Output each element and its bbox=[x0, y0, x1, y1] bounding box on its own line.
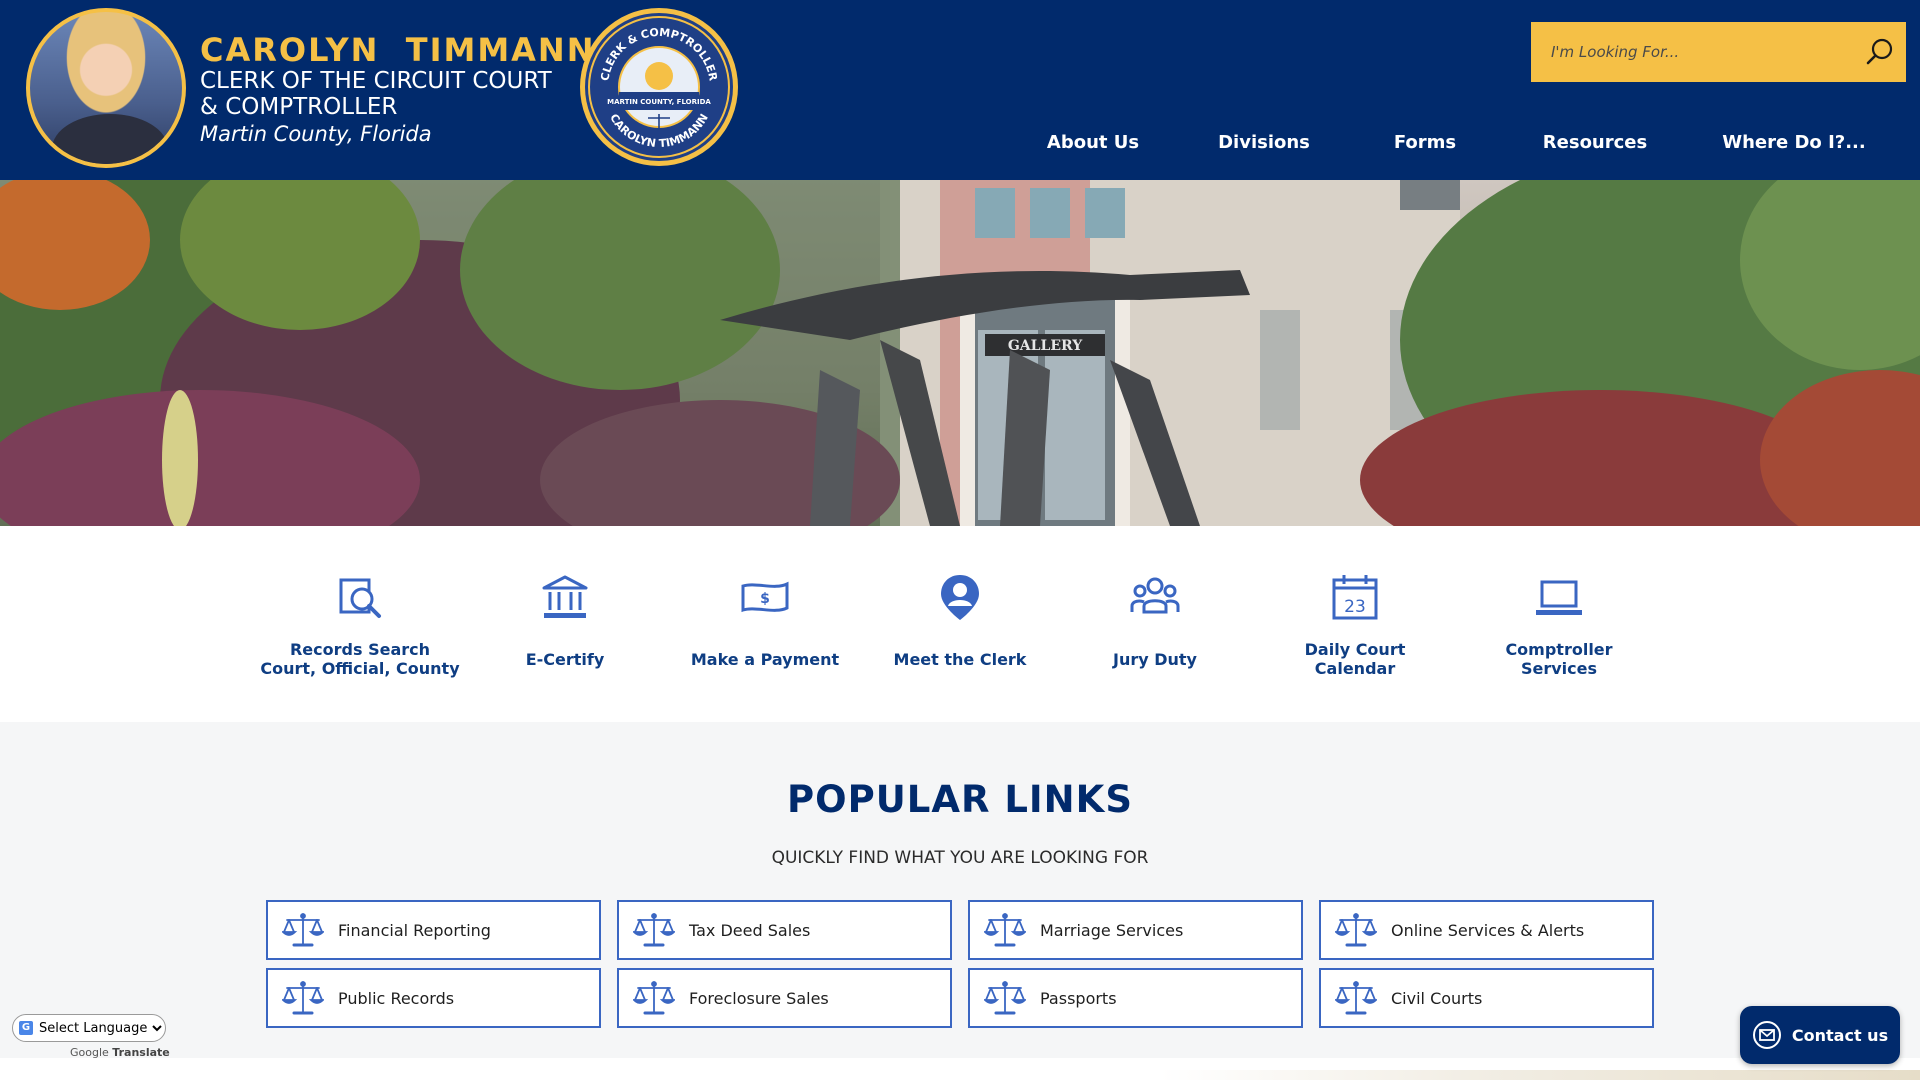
footer-image-strip bbox=[0, 1058, 1920, 1080]
office-title-line1: CLERK OF THE CIRCUIT COURT bbox=[200, 68, 552, 94]
popular-link-civil-courts[interactable]: Civil Courts bbox=[1319, 968, 1654, 1028]
nav-item-resources[interactable]: Resources bbox=[1488, 132, 1702, 153]
quick-link-make-payment[interactable]: $ Make a Payment bbox=[665, 572, 865, 669]
popular-link-label: Foreclosure Sales bbox=[689, 988, 829, 1008]
language-select[interactable]: Select Language bbox=[12, 1014, 166, 1042]
scales-of-justice-icon bbox=[633, 980, 675, 1015]
translate-link: Translate bbox=[112, 1046, 170, 1059]
scales-of-justice-icon bbox=[282, 980, 324, 1015]
meet-the-clerk-label: Meet the Clerk bbox=[893, 650, 1027, 669]
calendar-icon: 23 bbox=[1332, 575, 1378, 620]
hero-banner: GALLERY bbox=[0, 180, 1920, 526]
popular-link-public-records[interactable]: Public Records bbox=[266, 968, 601, 1028]
popular-link-marriage-services[interactable]: Marriage Services bbox=[968, 900, 1303, 960]
payment-icon: $ bbox=[741, 581, 789, 613]
seal-middle-text: MARTIN COUNTY, FLORIDA bbox=[607, 98, 711, 106]
search-button[interactable] bbox=[1854, 22, 1906, 82]
popular-link-label: Marriage Services bbox=[1040, 920, 1184, 940]
quick-link-jury-duty[interactable]: Jury Duty bbox=[1055, 572, 1255, 669]
powered-by-google[interactable]: Google Translate bbox=[70, 1046, 170, 1059]
records-search-sublabel: Court, Official, County bbox=[260, 659, 460, 678]
scales-of-justice-icon bbox=[282, 912, 324, 947]
clerk-seal-logo[interactable]: MARTIN COUNTY, FLORIDA CLERK & COMPTROLL… bbox=[580, 8, 738, 166]
clerk-portrait[interactable] bbox=[26, 8, 186, 168]
courthouse-photo: GALLERY bbox=[0, 180, 1920, 526]
google-translate-widget: G Select Language bbox=[12, 1014, 166, 1042]
svg-text:$: $ bbox=[760, 591, 770, 607]
quick-link-records-search[interactable]: Records Search Court, Official, County bbox=[260, 572, 460, 678]
daily-court-label: Daily Court bbox=[1304, 640, 1406, 659]
popular-link-label: Passports bbox=[1040, 988, 1117, 1008]
comptroller-label: Comptroller bbox=[1505, 640, 1613, 659]
popular-link-foreclosure-sales[interactable]: Foreclosure Sales bbox=[617, 968, 952, 1028]
scales-of-justice-icon bbox=[1335, 980, 1377, 1015]
popular-link-label: Civil Courts bbox=[1391, 988, 1483, 1008]
quick-link-e-certify[interactable]: E-Certify bbox=[465, 572, 665, 669]
e-certify-label: E-Certify bbox=[525, 650, 605, 669]
popular-links-subtitle: QUICKLY FIND WHAT YOU ARE LOOKING FOR bbox=[771, 848, 1149, 868]
search-icon bbox=[1866, 38, 1893, 65]
popular-link-financial-reporting[interactable]: Financial Reporting bbox=[266, 900, 601, 960]
google-logo-text: Google bbox=[70, 1046, 109, 1059]
popular-link-label: Tax Deed Sales bbox=[689, 920, 811, 940]
popular-links-section: POPULAR LINKS QUICKLY FIND WHAT YOU ARE … bbox=[0, 722, 1920, 1058]
courthouse-icon bbox=[542, 575, 588, 618]
daily-court-sublabel: Calendar bbox=[1314, 659, 1396, 678]
contact-us-button[interactable]: Contact us bbox=[1740, 1006, 1900, 1064]
nav-item-where-do-i[interactable]: Where Do I?... bbox=[1702, 132, 1886, 153]
popular-link-online-services[interactable]: Online Services & Alerts bbox=[1319, 900, 1654, 960]
popular-link-label: Financial Reporting bbox=[338, 920, 491, 940]
main-navigation: About Us Divisions Forms Resources Where… bbox=[1020, 122, 1886, 162]
envelope-icon bbox=[1752, 1021, 1781, 1049]
nav-item-divisions[interactable]: Divisions bbox=[1166, 132, 1362, 153]
popular-link-tax-deed-sales[interactable]: Tax Deed Sales bbox=[617, 900, 952, 960]
popular-links-title: POPULAR LINKS bbox=[787, 778, 1133, 821]
site-header: CAROLYN TIMMANN CLERK OF THE CIRCUIT COU… bbox=[0, 0, 1920, 180]
clerk-name: CAROLYN TIMMANN bbox=[200, 31, 596, 69]
quick-link-comptroller-services[interactable]: Comptroller Services bbox=[1459, 572, 1659, 678]
records-search-icon bbox=[339, 578, 381, 618]
scales-of-justice-icon bbox=[984, 980, 1026, 1015]
quick-link-meet-the-clerk[interactable]: Meet the Clerk bbox=[860, 572, 1060, 669]
quick-link-daily-court-calendar[interactable]: 23 Daily Court Calendar bbox=[1255, 572, 1455, 678]
scales-of-justice-icon bbox=[984, 912, 1026, 947]
calendar-day-number: 23 bbox=[1344, 597, 1366, 617]
office-title-line2: & COMPTROLLER bbox=[200, 94, 398, 120]
gallery-sign: GALLERY bbox=[1008, 338, 1083, 354]
county-location: Martin County, Florida bbox=[200, 122, 432, 146]
group-icon bbox=[1130, 577, 1180, 614]
popular-link-label: Online Services & Alerts bbox=[1391, 920, 1585, 940]
person-pin-icon bbox=[941, 575, 979, 620]
google-g-icon: G bbox=[19, 1021, 33, 1035]
make-payment-label: Make a Payment bbox=[690, 650, 840, 669]
scales-of-justice-icon bbox=[1335, 912, 1377, 947]
site-search bbox=[1531, 22, 1906, 82]
nav-item-forms[interactable]: Forms bbox=[1362, 132, 1488, 153]
laptop-icon bbox=[1536, 580, 1582, 615]
quick-links-bar: Records Search Court, Official, County E… bbox=[0, 526, 1920, 722]
popular-link-passports[interactable]: Passports bbox=[968, 968, 1303, 1028]
search-input[interactable] bbox=[1551, 43, 1854, 61]
nav-item-about-us[interactable]: About Us bbox=[1020, 132, 1166, 153]
site-branding[interactable]: CAROLYN TIMMANN CLERK OF THE CIRCUIT COU… bbox=[200, 32, 595, 148]
popular-link-label: Public Records bbox=[338, 988, 455, 1008]
records-search-label: Records Search bbox=[289, 640, 431, 659]
scales-of-justice-icon bbox=[633, 912, 675, 947]
comptroller-sublabel: Services bbox=[1520, 659, 1598, 678]
jury-duty-label: Jury Duty bbox=[1113, 650, 1197, 669]
contact-us-label: Contact us bbox=[1791, 1025, 1889, 1045]
